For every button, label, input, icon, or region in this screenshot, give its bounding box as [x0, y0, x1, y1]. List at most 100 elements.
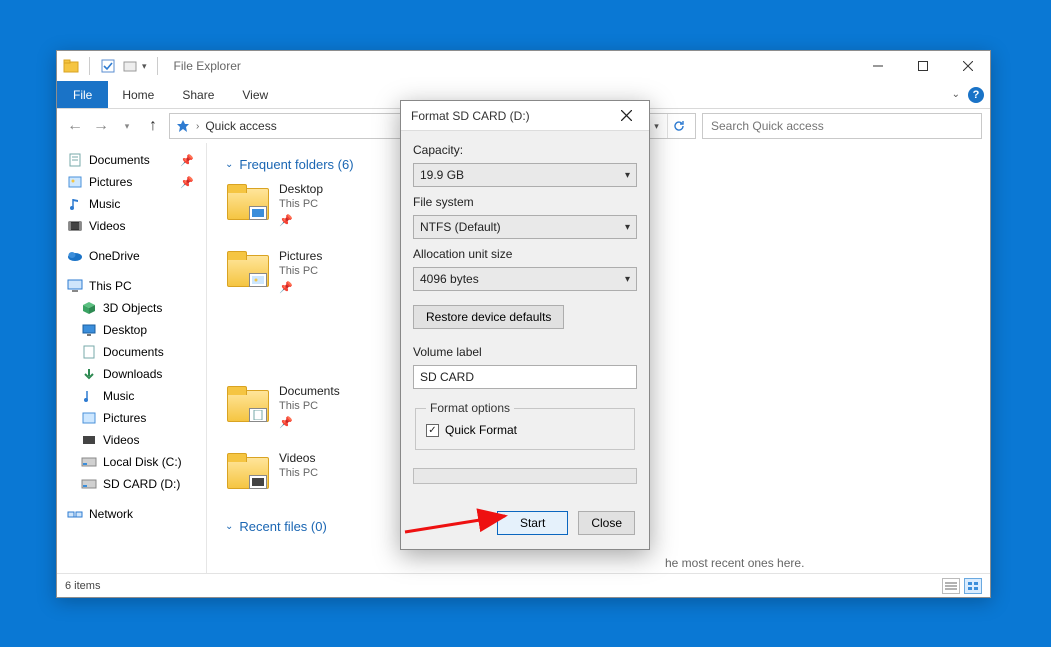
filesystem-value: NTFS (Default): [420, 220, 501, 234]
allocation-select[interactable]: 4096 bytes ▾: [413, 267, 637, 291]
navpane-videos[interactable]: Videos: [63, 215, 206, 237]
pin-icon: 📌: [180, 176, 202, 189]
folder-tile-videos[interactable]: Videos This PC: [225, 451, 405, 491]
search-box[interactable]: [702, 113, 982, 139]
nav-label: Music: [89, 197, 120, 211]
tile-subtitle: This PC: [279, 467, 318, 479]
breadcrumb-separator-icon: ›: [196, 121, 199, 132]
dialog-titlebar: Format SD CARD (D:): [401, 101, 649, 131]
quick-access-star-icon: [176, 119, 190, 133]
large-icons-view-button[interactable]: [964, 578, 982, 594]
nav-label: Local Disk (C:): [103, 455, 182, 469]
quick-format-checkbox[interactable]: ✓ Quick Format: [426, 423, 624, 437]
dialog-close-button[interactable]: [613, 103, 639, 129]
navpane-this-pc[interactable]: This PC: [63, 275, 206, 297]
start-button[interactable]: Start: [497, 511, 568, 535]
tile-title: Documents: [279, 384, 340, 398]
navpane-downloads[interactable]: Downloads: [77, 363, 206, 385]
details-view-button[interactable]: [942, 578, 960, 594]
qat-customize-dropdown-icon[interactable]: ▾: [142, 61, 147, 72]
chevron-down-icon: ▾: [625, 274, 630, 285]
tile-subtitle: This PC: [279, 400, 340, 412]
chevron-down-icon: ⌄: [225, 521, 233, 532]
filesystem-select[interactable]: NTFS (Default) ▾: [413, 215, 637, 239]
tile-title: Pictures: [279, 249, 322, 263]
navpane-music[interactable]: Music: [63, 193, 206, 215]
qat-properties-icon[interactable]: [100, 58, 116, 74]
forward-button[interactable]: →: [91, 116, 111, 136]
close-button[interactable]: [945, 51, 990, 81]
network-icon: [67, 506, 83, 522]
capacity-value: 19.9 GB: [420, 168, 464, 182]
status-item-count: 6 items: [65, 580, 100, 592]
this-pc-icon: [67, 278, 83, 294]
titlebar: ▾ File Explorer: [57, 51, 990, 81]
disk-icon: [81, 454, 97, 470]
navigation-pane: Documents 📌 Pictures 📌 Music Videos OneD…: [57, 143, 207, 573]
maximize-button[interactable]: [900, 51, 945, 81]
qat-separator: [89, 57, 90, 75]
pin-icon: 📌: [180, 154, 202, 167]
search-input[interactable]: [709, 115, 975, 137]
help-icon[interactable]: ?: [968, 87, 984, 103]
navpane-desktop[interactable]: Desktop: [77, 319, 206, 341]
videos-icon: [67, 218, 83, 234]
ribbon-expand-icon[interactable]: ⌄: [952, 89, 960, 100]
filesystem-label: File system: [413, 195, 637, 209]
tab-share[interactable]: Share: [168, 81, 228, 108]
navpane-3d-objects[interactable]: 3D Objects: [77, 297, 206, 319]
navpane-sd-card-d[interactable]: SD CARD (D:): [77, 473, 206, 495]
minimize-button[interactable]: [855, 51, 900, 81]
tile-title: Videos: [279, 451, 318, 465]
navpane-music-pc[interactable]: Music: [77, 385, 206, 407]
nav-label: SD CARD (D:): [103, 477, 180, 491]
folder-tile-pictures[interactable]: Pictures This PC 📌: [225, 249, 405, 294]
navpane-local-disk-c[interactable]: Local Disk (C:): [77, 451, 206, 473]
navpane-documents[interactable]: Documents 📌: [63, 149, 206, 171]
tile-subtitle: This PC: [279, 198, 323, 210]
chevron-down-icon: ⌄: [225, 159, 233, 170]
folder-tile-documents[interactable]: Documents This PC 📌: [225, 384, 405, 429]
navpane-documents-pc[interactable]: Documents: [77, 341, 206, 363]
tile-title: Desktop: [279, 182, 323, 196]
folder-tile-desktop[interactable]: Desktop This PC 📌: [225, 182, 405, 227]
navpane-videos-pc[interactable]: Videos: [77, 429, 206, 451]
navpane-onedrive[interactable]: OneDrive: [63, 245, 206, 267]
nav-label: Pictures: [89, 175, 132, 189]
pictures-badge-icon: [249, 273, 267, 287]
chevron-down-icon: ▾: [625, 170, 630, 181]
section-title: Recent files (0): [239, 519, 326, 534]
nav-label: This PC: [89, 279, 132, 293]
format-options-group: Format options ✓ Quick Format: [415, 401, 635, 450]
capacity-label: Capacity:: [413, 143, 637, 157]
tab-view[interactable]: View: [228, 81, 282, 108]
capacity-select[interactable]: 19.9 GB ▾: [413, 163, 637, 187]
onedrive-icon: [67, 248, 83, 264]
nav-label: Videos: [89, 219, 125, 233]
disk-icon: [81, 476, 97, 492]
nav-label: OneDrive: [89, 249, 140, 263]
nav-label: Desktop: [103, 323, 147, 337]
desktop-badge-icon: [249, 206, 267, 220]
navpane-pictures-pc[interactable]: Pictures: [77, 407, 206, 429]
volume-label-input[interactable]: [413, 365, 637, 389]
qat-new-folder-icon[interactable]: [122, 58, 138, 74]
format-dialog: Format SD CARD (D:) Capacity: 19.9 GB ▾ …: [400, 100, 650, 550]
recent-locations-dropdown-icon[interactable]: ▾: [117, 116, 137, 136]
up-button[interactable]: ↑: [143, 116, 163, 136]
close-button-dialog[interactable]: Close: [578, 511, 635, 535]
navpane-pictures[interactable]: Pictures 📌: [63, 171, 206, 193]
breadcrumb-quick-access[interactable]: Quick access: [205, 119, 276, 133]
refresh-button[interactable]: [667, 114, 689, 138]
tab-home[interactable]: Home: [108, 81, 168, 108]
chevron-down-icon: ▾: [625, 222, 630, 233]
music-icon: [67, 196, 83, 212]
nav-label: Music: [103, 389, 134, 403]
restore-defaults-button[interactable]: Restore device defaults: [413, 305, 564, 329]
navpane-network[interactable]: Network: [63, 503, 206, 525]
checkbox-checked-icon: ✓: [426, 424, 439, 437]
nav-label: Pictures: [103, 411, 146, 425]
file-tab[interactable]: File: [57, 81, 108, 108]
back-button[interactable]: ←: [65, 116, 85, 136]
dialog-title: Format SD CARD (D:): [411, 109, 530, 123]
